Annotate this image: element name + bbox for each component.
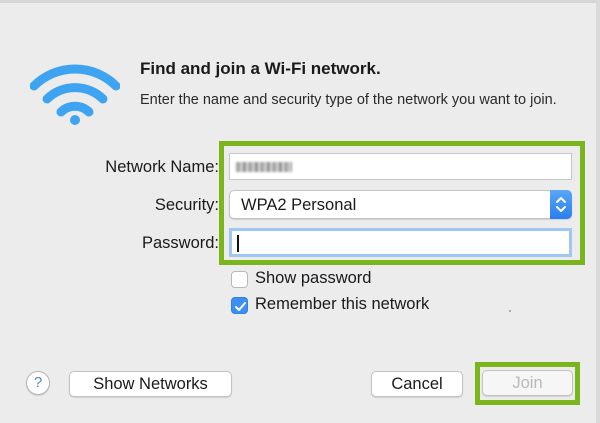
show-password-label: Show password (255, 269, 372, 287)
cancel-button[interactable]: Cancel (371, 371, 463, 397)
stray-dot (509, 310, 511, 312)
password-label: Password: (141, 234, 219, 252)
show-password-checkbox[interactable] (231, 271, 248, 288)
network-name-label: Network Name: (105, 158, 219, 176)
join-highlight-box (475, 362, 580, 405)
dialog-top-border (0, 0, 600, 3)
dialog-side-border (596, 0, 600, 423)
security-label: Security: (154, 196, 219, 214)
dialog-title: Find and join a Wi-Fi network. (140, 59, 381, 78)
help-button[interactable]: ? (26, 371, 50, 395)
show-networks-button[interactable]: Show Networks (69, 371, 232, 397)
join-wifi-dialog: Find and join a Wi-Fi network. Enter the… (0, 0, 600, 423)
fields-highlight-box (219, 141, 585, 265)
remember-network-checkbox[interactable] (231, 297, 248, 314)
checkmark-icon (235, 302, 246, 311)
remember-network-label: Remember this network (255, 295, 430, 313)
dialog-subtitle: Enter the name and security type of the … (140, 92, 557, 108)
wifi-icon (30, 64, 120, 125)
